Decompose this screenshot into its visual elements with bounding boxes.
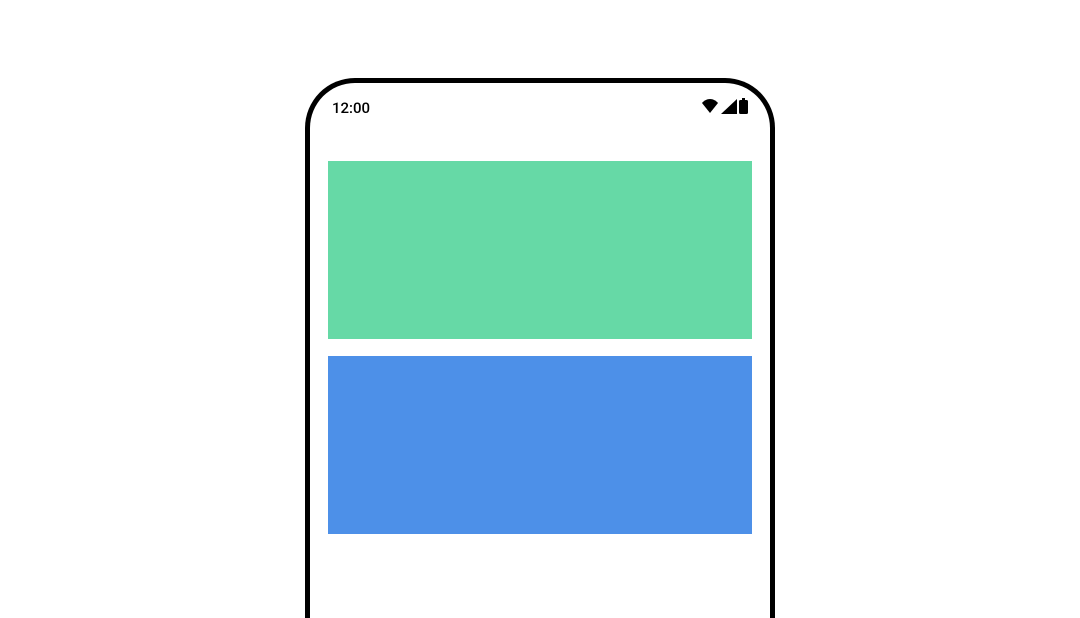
cellular-signal-icon [721,99,737,118]
battery-icon [739,98,748,118]
phone-device-frame: 12:00 [305,78,775,618]
content-area [310,129,770,534]
status-icons [701,98,748,118]
bottom-block [328,356,752,534]
status-bar: 12:00 [310,83,770,129]
status-time: 12:00 [332,99,370,117]
wifi-icon [701,99,719,118]
top-block [328,161,752,339]
